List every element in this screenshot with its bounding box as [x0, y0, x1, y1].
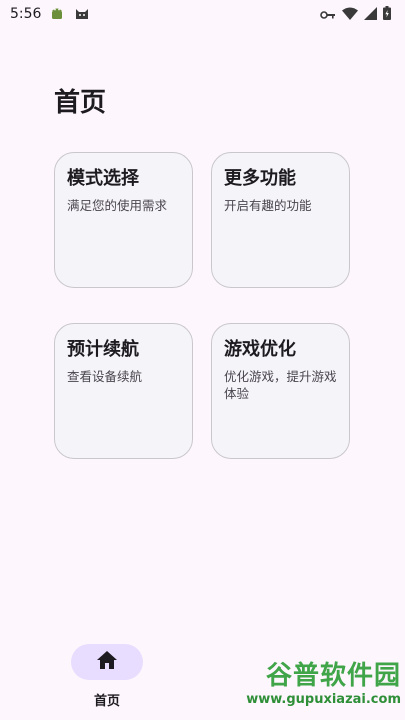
status-time: 5:56 [10, 6, 42, 22]
watermark-url: www.gupuxiazai.com [246, 692, 401, 707]
page-title: 首页 [54, 88, 107, 118]
watermark-title: 谷普软件园 [265, 661, 401, 691]
more-features-card[interactable]: 更多功能 开启有趣的功能 [211, 152, 350, 288]
status-bar: 5:56 [0, 0, 405, 28]
home-icon [96, 650, 118, 674]
card-description: 开启有趣的功能 [224, 198, 312, 213]
wifi-icon [342, 5, 358, 24]
nav-label-home: 首页 [93, 694, 120, 709]
signal-icon [364, 5, 377, 24]
game-optimize-card[interactable]: 游戏优化 优化游戏，提升游戏体验 [211, 323, 350, 459]
card-description: 查看设备续航 [67, 369, 143, 384]
card-title: 模式选择 [67, 168, 139, 189]
battery-icon [383, 5, 391, 24]
card-title: 游戏优化 [224, 339, 296, 360]
android-icon [51, 5, 63, 24]
nav-item-home[interactable]: 首页 [70, 644, 144, 709]
nav-active-indicator [71, 644, 143, 680]
battery-estimate-card[interactable]: 预计续航 查看设备续航 [54, 323, 193, 459]
card-title: 更多功能 [224, 168, 296, 189]
key-icon [320, 5, 336, 24]
card-description: 满足您的使用需求 [67, 198, 168, 213]
mode-select-card[interactable]: 模式选择 满足您的使用需求 [54, 152, 193, 288]
cat-icon [75, 5, 89, 24]
watermark: 谷普软件园 www.gupuxiazai.com [221, 660, 401, 716]
card-title: 预计续航 [67, 339, 139, 360]
card-description: 优化游戏，提升游戏体验 [224, 369, 337, 401]
